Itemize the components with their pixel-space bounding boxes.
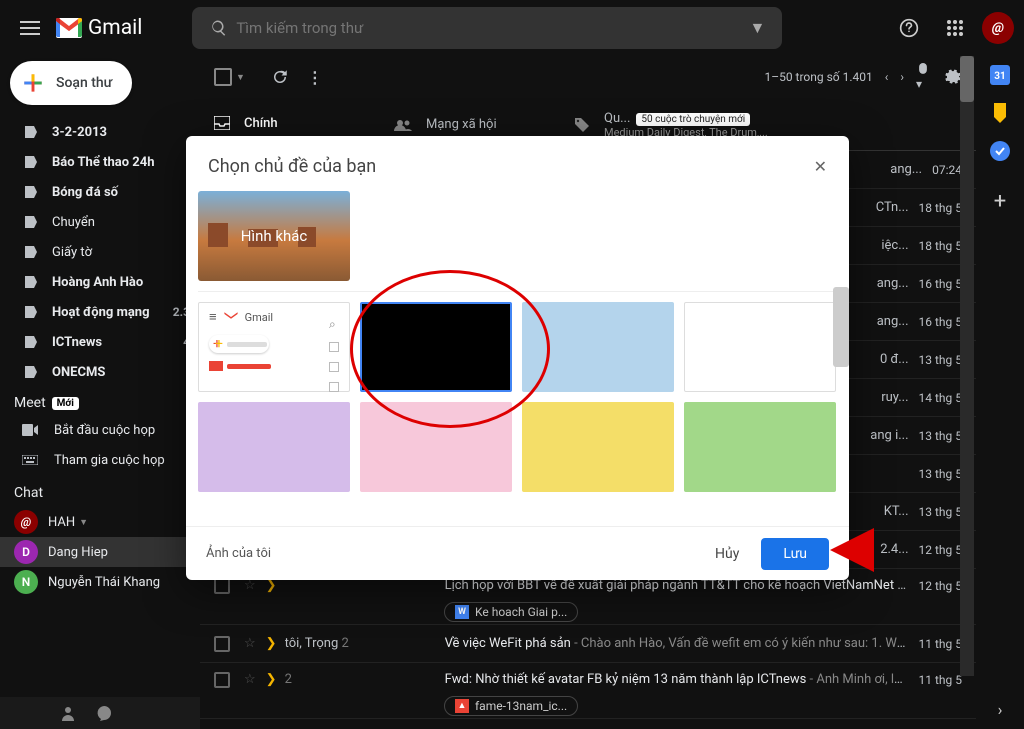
meet-start[interactable]: Bắt đầu cuộc họp — [0, 415, 200, 445]
plus-icon — [20, 70, 46, 96]
sidebar-label[interactable]: Hoàng Anh Hào — [0, 267, 200, 297]
theme-swatch-lightblue[interactable] — [522, 302, 674, 392]
my-photos-link[interactable]: Ảnh của tôi — [206, 546, 271, 561]
dialog-scrollbar[interactable] — [833, 287, 849, 367]
prev-page-button[interactable]: ‹ — [885, 70, 889, 84]
input-tools-button[interactable]: ▾ — [916, 63, 930, 91]
select-all-checkbox[interactable] — [214, 68, 232, 86]
people-icon — [394, 118, 412, 132]
mail-checkbox[interactable] — [214, 672, 230, 688]
chat-contact[interactable]: NNguyễn Thái Khang — [0, 567, 200, 597]
apps-button[interactable] — [936, 9, 974, 47]
theme-swatch-green[interactable] — [684, 402, 836, 492]
theme-dialog: Chọn chủ đề của bạn ✕ Hình khác ≡ Gmail … — [186, 136, 849, 580]
app-header: Gmail ▼ @ — [0, 0, 1024, 55]
close-button[interactable]: ✕ — [814, 157, 827, 176]
chat-contact[interactable]: DDang Hiep — [0, 537, 200, 567]
main-menu-button[interactable] — [10, 8, 50, 48]
sidebar-label[interactable]: ICTnews4 — [0, 327, 200, 357]
compose-label: Soạn thư — [56, 75, 112, 91]
mail-toolbar: ▼ ⋮ 1–50 trong số 1.401 ‹ › ▾ — [200, 55, 976, 99]
help-icon — [899, 18, 919, 38]
keep-icon[interactable] — [990, 103, 1010, 123]
meet-section-header: MeetMới — [0, 387, 200, 415]
theme-swatch-purple[interactable] — [198, 402, 350, 492]
meet-join[interactable]: Tham gia cuộc họp — [0, 445, 200, 475]
search-input[interactable] — [236, 19, 742, 37]
theme-more-images[interactable]: Hình khác — [198, 191, 350, 281]
next-page-button[interactable]: › — [900, 70, 904, 84]
mail-checkbox[interactable] — [214, 636, 230, 652]
refresh-icon — [271, 68, 289, 86]
chat-me[interactable]: @ HAH ▼ — [0, 507, 200, 537]
importance-icon[interactable]: ❯ — [266, 578, 277, 593]
mail-row[interactable]: ☆❯ 2Fwd: Nhờ thiết kế avatar FB kỷ niệm … — [200, 663, 976, 719]
promo-count-badge: 50 cuộc trò chuyện mới — [636, 113, 750, 126]
star-icon[interactable]: ☆ — [244, 636, 256, 651]
sidebar-label[interactable]: 3-2-2013 — [0, 117, 200, 147]
theme-preview-default[interactable]: ≡ Gmail ++ ⌕ — [198, 302, 350, 392]
importance-icon[interactable]: ❯ — [266, 672, 277, 687]
search-options-dropdown[interactable]: ▼ — [742, 18, 772, 38]
add-addon-button[interactable]: + — [994, 189, 1006, 214]
calendar-icon[interactable]: 31 — [990, 65, 1010, 85]
theme-swatch-white[interactable] — [684, 302, 836, 392]
side-panel: 31 + › — [976, 55, 1024, 729]
gmail-mini-icon — [223, 311, 239, 323]
page-info: 1–50 trong số 1.401 — [764, 70, 872, 84]
theme-swatch-pink[interactable] — [360, 402, 512, 492]
dialog-title: Chọn chủ đề của bạn — [208, 156, 376, 177]
theme-swatch-black[interactable] — [360, 302, 512, 392]
sidebar-label[interactable]: Hoạt động mạng2.3 — [0, 297, 200, 327]
hangouts-icon[interactable] — [96, 705, 112, 721]
svg-text:31: 31 — [994, 71, 1005, 82]
importance-icon[interactable]: ❯ — [266, 636, 277, 651]
theme-swatch-yellow[interactable] — [522, 402, 674, 492]
attachment-chip[interactable]: ▲fame-13nam_ic... — [444, 696, 578, 716]
collapse-panel-button[interactable]: › — [998, 700, 1003, 719]
help-button[interactable] — [890, 9, 928, 47]
inbox-icon — [214, 116, 230, 130]
sidebar-label[interactable]: ONECMS — [0, 357, 200, 387]
sidebar-label[interactable]: Giấy tờ — [0, 237, 200, 267]
gmail-logo[interactable]: Gmail — [56, 16, 142, 40]
mail-row[interactable]: ☆❯tôi, Trọng 2Về việc WeFit phá sản - Ch… — [200, 625, 976, 663]
sidebar-label[interactable]: Báo Thể thao 24h — [0, 147, 200, 177]
video-icon — [22, 424, 40, 436]
cancel-button[interactable]: Hủy — [699, 538, 755, 570]
sidebar-label[interactable]: Bóng đá số — [0, 177, 200, 207]
search-icon — [202, 19, 236, 37]
gear-icon — [942, 67, 962, 87]
more-button[interactable]: ⋮ — [307, 68, 325, 87]
hamburger-icon — [20, 21, 40, 35]
new-badge: Mới — [52, 397, 79, 410]
account-avatar[interactable]: @ — [982, 12, 1014, 44]
tag-icon — [574, 117, 590, 133]
sidebar-label[interactable]: Chuyển — [0, 207, 200, 237]
star-icon[interactable]: ☆ — [244, 672, 256, 687]
apps-grid-icon — [946, 19, 964, 37]
sidebar-footer — [0, 697, 200, 729]
app-name: Gmail — [88, 16, 142, 40]
chevron-down-icon[interactable]: ▼ — [79, 517, 88, 528]
attachment-chip[interactable]: WKe hoach Giai p... — [444, 602, 578, 622]
refresh-button[interactable] — [271, 68, 289, 86]
tasks-icon[interactable] — [990, 141, 1010, 161]
person-icon[interactable] — [60, 705, 76, 721]
star-icon[interactable]: ☆ — [244, 578, 256, 593]
select-dropdown[interactable]: ▼ — [236, 72, 245, 83]
save-button[interactable]: Lưu — [761, 538, 829, 570]
mail-scrollbar[interactable] — [960, 56, 974, 676]
keyboard-icon — [22, 455, 40, 465]
search-bar[interactable]: ▼ — [192, 7, 782, 49]
compose-button[interactable]: Soạn thư — [10, 61, 132, 105]
chat-section-header: Chat — [0, 475, 200, 507]
gmail-icon — [56, 18, 82, 38]
settings-button[interactable] — [942, 67, 962, 87]
sidebar: Soạn thư 3-2-2013Báo Thể thao 24hBóng đá… — [0, 55, 200, 729]
input-icon — [916, 63, 930, 77]
